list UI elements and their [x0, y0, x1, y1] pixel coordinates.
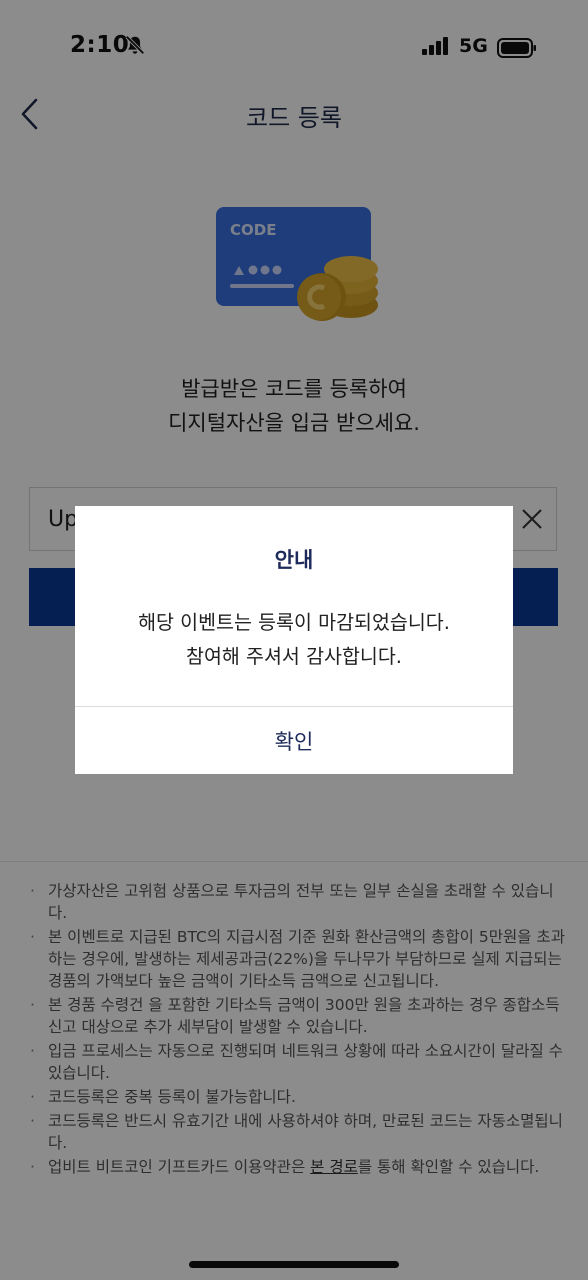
dialog-message-line-2: 참여해 주셔서 감사합니다.	[186, 645, 402, 668]
notice-dialog: 안내 해당 이벤트는 등록이 마감되었습니다. 참여해 주셔서 감사합니다. 확…	[75, 506, 513, 774]
dialog-title: 안내	[274, 548, 314, 572]
dialog-message: 해당 이벤트는 등록이 마감되었습니다. 참여해 주셔서 감사합니다.	[75, 606, 513, 674]
code-registration-page: 2:10 5G 코드 등록 CODE 발급받은 코드를 등록하여 디지털자산을 …	[0, 0, 588, 1280]
confirm-button[interactable]: 확인	[75, 707, 513, 774]
dialog-message-line-1: 해당 이벤트는 등록이 마감되었습니다.	[138, 611, 450, 634]
